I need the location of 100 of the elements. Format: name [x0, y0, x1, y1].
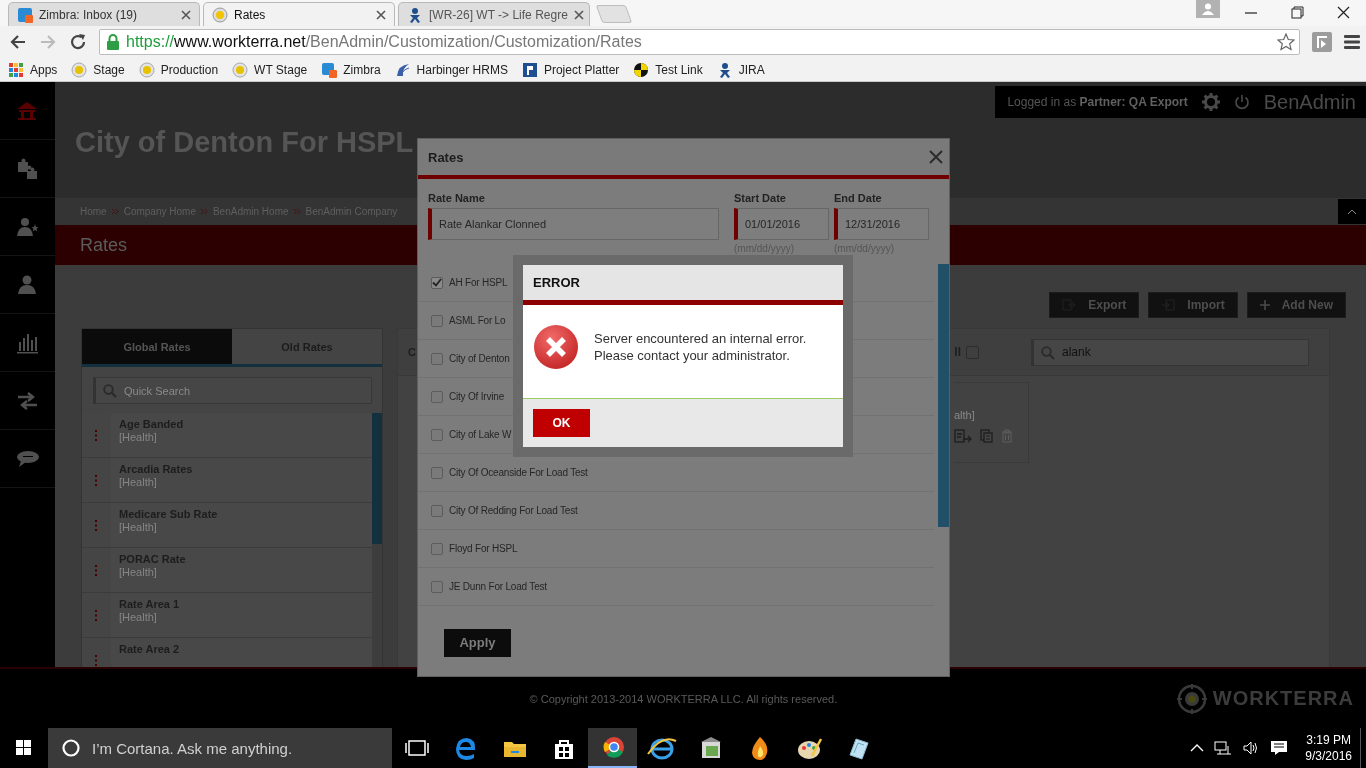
new-tab-button[interactable] — [595, 5, 633, 23]
rate-tab[interactable]: Global Rates — [82, 329, 232, 364]
back-icon[interactable] — [9, 33, 27, 51]
action-button[interactable]: Import — [1148, 292, 1238, 318]
company-label: City of Denton — [449, 353, 510, 364]
logo-text: WORKTERRA — [1212, 687, 1354, 710]
clock-date[interactable]: 9/3/2016 — [1305, 748, 1352, 764]
copyright-text: © Copyright 2013-2014 WORKTERRA LLC. All rights reserved. — [529, 692, 838, 705]
dialog-title: ERROR — [533, 275, 580, 290]
scroll-thumb[interactable] — [372, 413, 382, 544]
bookmark-link[interactable]: Harbinger HRMS — [416, 62, 508, 77]
rate-category: [Health] — [119, 566, 158, 578]
star-icon[interactable] — [1277, 33, 1295, 51]
search-box[interactable]: I’m Cortana. Ask me anything. — [48, 728, 392, 768]
product-name: BenAdmin — [1263, 90, 1356, 114]
profile-button[interactable] — [1196, 0, 1220, 18]
clock-time[interactable]: 3:19 PM — [1306, 732, 1351, 748]
checkbox[interactable] — [431, 466, 443, 479]
company-label: City Of Redding For Load Test — [449, 505, 578, 516]
rate-category: alth] — [954, 409, 976, 421]
extension-icon[interactable] — [1312, 32, 1332, 52]
scroll-thumb[interactable] — [938, 264, 949, 527]
circle-icon[interactable] — [232, 61, 249, 78]
reload-icon[interactable] — [69, 33, 87, 51]
bookmark-link[interactable]: Zimbra — [343, 62, 381, 77]
power-icon[interactable] — [1233, 94, 1250, 110]
swirl-icon[interactable] — [394, 61, 411, 78]
tile-icon[interactable] — [321, 61, 338, 78]
apply-button[interactable]: Apply — [444, 628, 511, 657]
login-text: Logged in as Partner: QA Export — [1007, 95, 1188, 109]
checkbox[interactable] — [431, 314, 443, 327]
bookmark-link[interactable]: Production — [160, 62, 219, 77]
browser-tab[interactable]: Zimbra: Inbox (19) — [8, 2, 200, 26]
company-label: ASML For Lo — [449, 315, 506, 326]
settings-icon[interactable] — [1201, 93, 1220, 111]
action-button[interactable]: Export — [1049, 292, 1140, 318]
trash-icon[interactable] — [1001, 429, 1013, 443]
drag-handle-icon[interactable] — [95, 474, 98, 486]
input-field[interactable]: 01/01/2016 — [734, 208, 829, 240]
drag-handle-icon[interactable] — [95, 429, 98, 441]
menu-icon[interactable] — [1344, 35, 1360, 49]
field-label: Start Date — [734, 191, 787, 206]
bookmark-link[interactable]: Stage — [93, 62, 125, 77]
checkbox[interactable] — [431, 390, 443, 403]
drag-handle-icon[interactable] — [95, 654, 98, 666]
bookmark-link[interactable]: WT Stage — [254, 62, 308, 77]
input-field[interactable]: Rate Alankar Clonned — [428, 208, 719, 240]
rate-category: [Health] — [119, 521, 158, 533]
chevron-icon — [111, 208, 119, 215]
plus-icon — [1259, 300, 1270, 310]
checkbox[interactable] — [431, 504, 443, 517]
grid-icon[interactable] — [8, 61, 24, 78]
bookmark-link[interactable]: Test Link — [655, 62, 703, 77]
company-label: City Of Irvine — [449, 391, 504, 402]
company-label: AH For HSPL — [449, 277, 508, 288]
checkbox[interactable] — [431, 276, 443, 289]
address-bar[interactable]: https://www.workterra.net/BenAdmin/Customization/Customization/Rates — [99, 29, 1300, 55]
network-icon[interactable] — [1214, 740, 1233, 756]
search-field[interactable]: Quick Search — [93, 377, 372, 404]
close-icon[interactable] — [376, 9, 386, 20]
ok-button[interactable]: OK — [533, 409, 590, 437]
caret-icon — [1347, 208, 1357, 215]
circle-icon[interactable] — [138, 61, 155, 78]
action-button[interactable]: Add New — [1246, 292, 1346, 318]
company-label: City of Lake W — [449, 429, 512, 440]
page-title: Rates — [79, 234, 128, 256]
copy-icon[interactable] — [980, 429, 993, 443]
circle-icon[interactable] — [71, 61, 88, 78]
browser-tab[interactable]: [WR-26] WT -> Life Regre — [398, 2, 590, 26]
puzzle-icon[interactable] — [15, 157, 40, 180]
input-field[interactable]: 12/31/2016 — [834, 208, 929, 240]
circle-icon — [62, 739, 80, 757]
bookmark-link[interactable]: Project Platter — [543, 62, 620, 77]
lock-icon — [106, 34, 120, 50]
scrollbar[interactable] — [372, 413, 382, 667]
bookmark-link[interactable]: JIRA — [738, 62, 765, 77]
arrows-icon[interactable] — [15, 389, 40, 412]
bar-chart-icon[interactable] — [15, 331, 40, 354]
search-icon — [1041, 345, 1055, 360]
checkbox[interactable] — [431, 428, 443, 441]
drag-handle-icon[interactable] — [95, 564, 98, 576]
user-star-icon[interactable] — [15, 215, 40, 238]
notification-icon[interactable] — [1270, 740, 1289, 756]
drag-handle-icon[interactable] — [95, 609, 98, 621]
checkbox[interactable] — [431, 580, 443, 593]
chevron-icon — [200, 208, 208, 215]
drag-handle-icon[interactable] — [95, 519, 98, 531]
browser-tab[interactable]: Rates — [203, 2, 395, 26]
target-icon[interactable] — [633, 61, 650, 78]
rate-category: [Health] — [119, 431, 158, 443]
forward-icon[interactable] — [39, 33, 57, 51]
chevron-icon — [293, 208, 301, 215]
caret-icon[interactable] — [1190, 743, 1205, 753]
company-label: JE Dunn For Load Test — [449, 581, 547, 592]
export-icon[interactable] — [954, 429, 972, 443]
dialog-title: Rates — [428, 149, 464, 165]
checkbox[interactable] — [431, 352, 443, 365]
tile-icon[interactable] — [521, 61, 538, 78]
bookmark-link[interactable]: Apps — [30, 62, 58, 77]
checkbox[interactable] — [431, 542, 443, 555]
